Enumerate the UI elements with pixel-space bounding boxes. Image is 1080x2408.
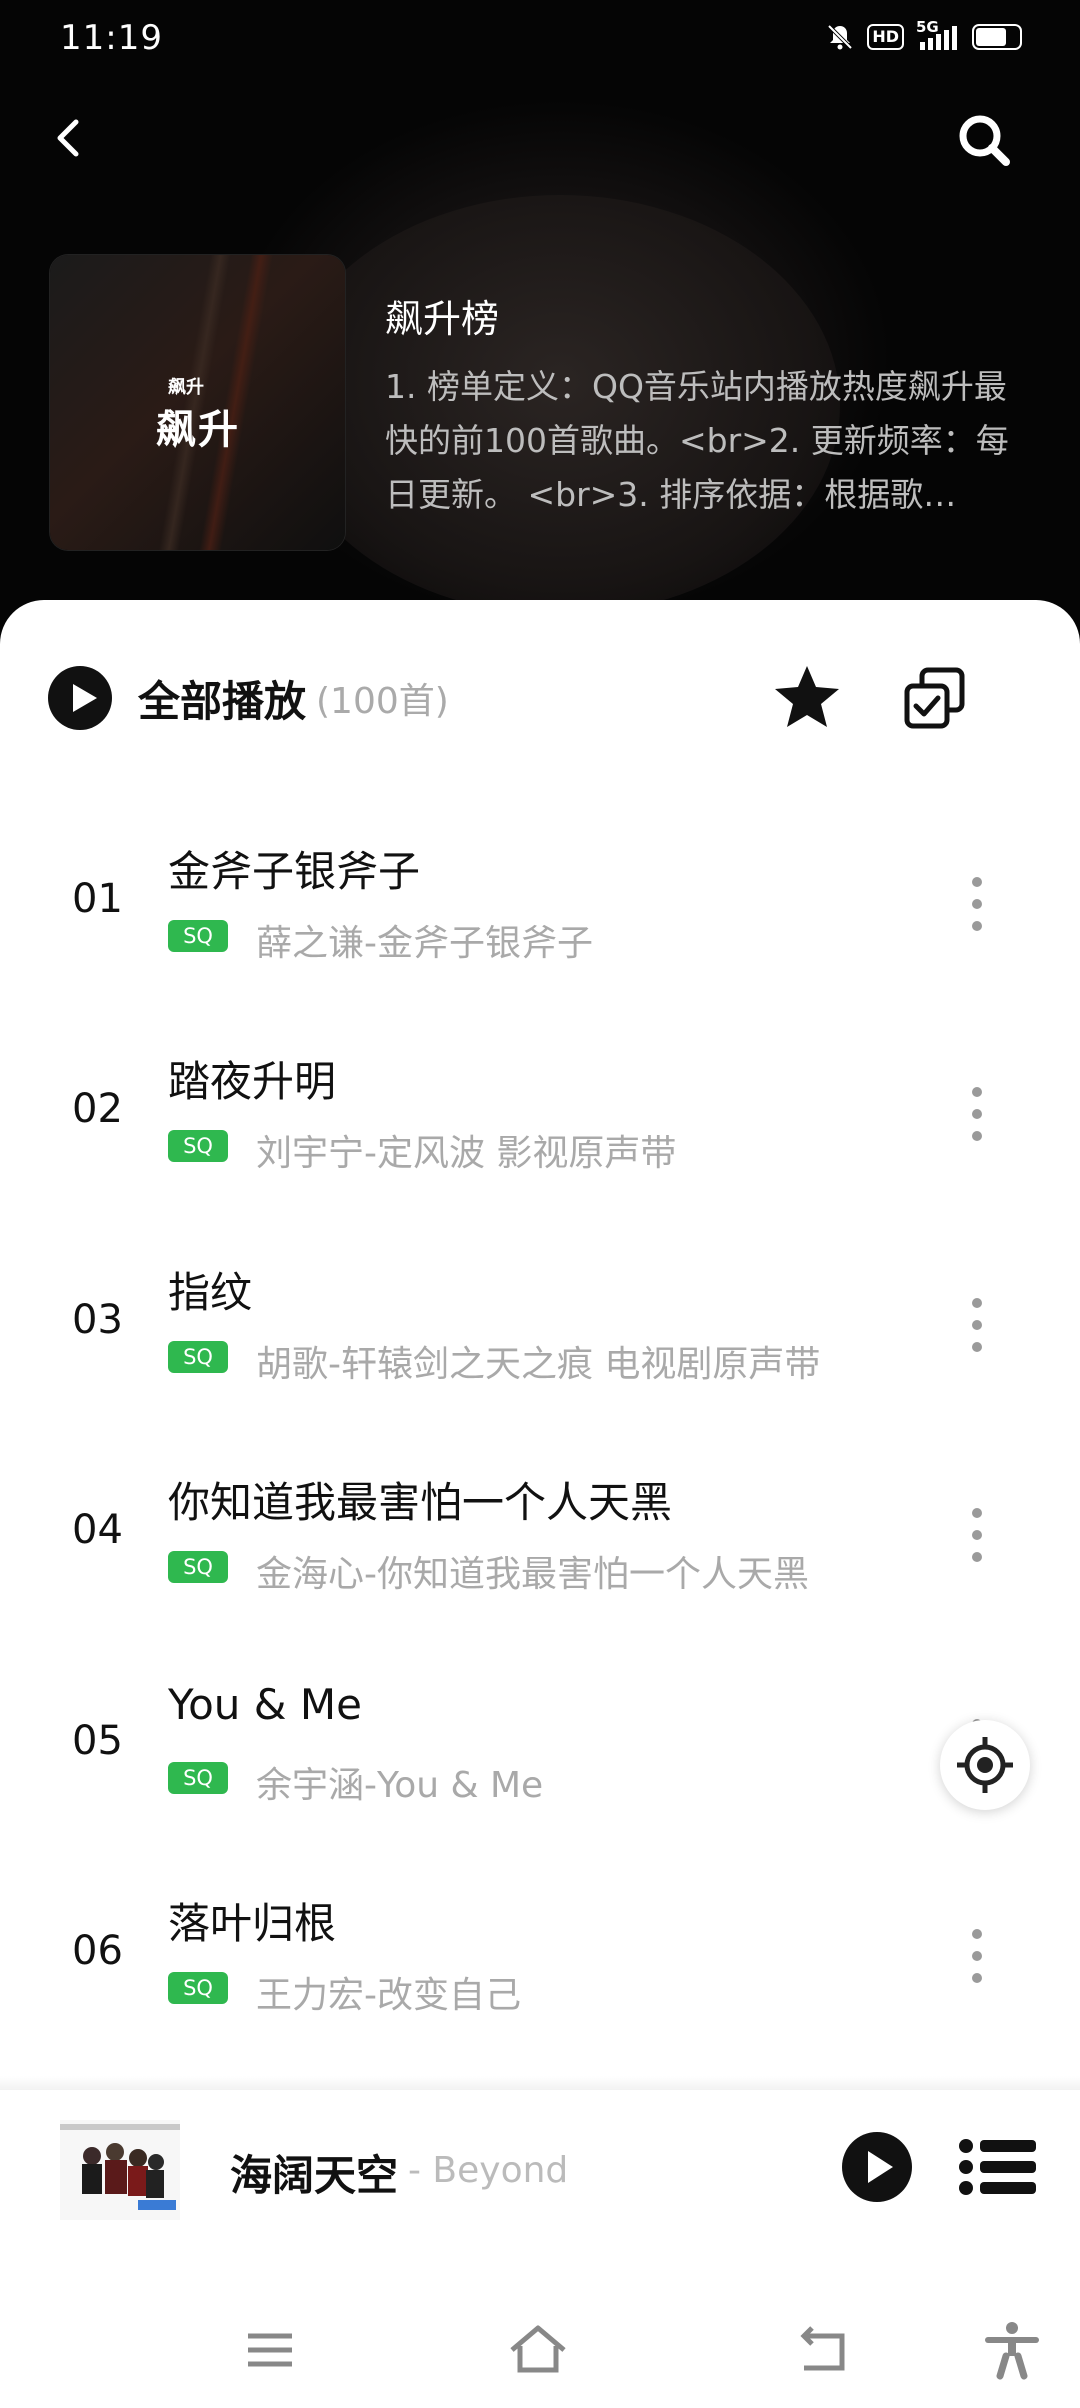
song-rank: 01: [72, 876, 123, 922]
now-playing-artist: - Beyond: [408, 2150, 569, 2191]
song-count: (100首): [316, 681, 449, 722]
battery-icon: [972, 24, 1022, 50]
locate-button[interactable]: [940, 1720, 1030, 1810]
album-art: [60, 2120, 180, 2220]
menu-icon[interactable]: [240, 2320, 300, 2380]
song-rank: 02: [72, 1086, 123, 1133]
sq-quality-badge: SQ: [168, 920, 228, 952]
locate-icon: [957, 1737, 1013, 1793]
now-playing-title: 海阔天空: [230, 2151, 399, 2200]
cover-small-text: 飙升: [168, 377, 204, 398]
chart-cover: 飙升 飙升: [50, 255, 345, 550]
status-icons: HD 5G: [825, 18, 1022, 52]
playlist-icon[interactable]: [958, 2136, 1038, 2198]
chevron-left-icon[interactable]: [40, 108, 100, 168]
song-artist-album: 余宇涵-You & Me: [256, 1764, 544, 1806]
hd-badge: HD: [867, 24, 904, 50]
song-row[interactable]: 02 踏夜升明 SQ 刘宇宁-定风波 影视原声带: [0, 1010, 1080, 1220]
song-row[interactable]: 06 落叶归根 SQ 王力宏-改变自己: [0, 1852, 1080, 2062]
song-row[interactable]: 01 金斧子银斧子 SQ 薛之谦-金斧子银斧子: [0, 800, 1080, 1010]
song-title: 落叶归根: [168, 1899, 337, 1949]
play-all-icon: [48, 666, 112, 730]
more-vertical-icon[interactable]: [960, 1922, 994, 1990]
song-row[interactable]: 03 指纹 SQ 胡歌-轩辕剑之天之痕 电视剧原声带: [0, 1221, 1080, 1431]
mute-bell-icon: [827, 24, 853, 50]
more-vertical-icon[interactable]: [960, 870, 994, 938]
status-time: 11:19: [60, 18, 163, 58]
song-rank: 06: [72, 1928, 123, 1975]
system-navigation-bar: [0, 2290, 1080, 2408]
song-row[interactable]: 05 You & Me SQ 余宇涵-You & Me: [0, 1642, 1080, 1852]
sq-quality-badge: SQ: [168, 1972, 228, 2005]
sq-quality-badge: SQ: [168, 1761, 228, 1794]
song-artist-album: 金海心-你知道我最害怕一个人天黑: [256, 1554, 809, 1596]
chart-title: 飙升榜: [385, 297, 500, 341]
chart-header: 11:19 HD 5G 飙升 飙升 飙升榜 1. 榜单定义：QQ音乐站内播放热度…: [0, 0, 1080, 660]
search-icon[interactable]: [950, 106, 1020, 176]
cover-title: 飙升: [156, 407, 240, 453]
song-artist-album: 薛之谦-金斧子银斧子: [256, 923, 593, 964]
song-title: 踏夜升明: [168, 1057, 337, 1107]
accessibility-icon[interactable]: [982, 2320, 1042, 2380]
song-title: 你知道我最害怕一个人天黑: [168, 1478, 673, 1528]
status-bar: 11:19 HD 5G: [60, 18, 1022, 62]
play-all-label: 全部播放: [138, 676, 307, 726]
sq-quality-badge: SQ: [168, 1340, 228, 1373]
song-artist-album: 刘宇宁-定风波 影视原声带: [256, 1133, 677, 1175]
song-row[interactable]: 04 你知道我最害怕一个人天黑 SQ 金海心-你知道我最害怕一个人天黑: [0, 1431, 1080, 1641]
more-vertical-icon[interactable]: [960, 1080, 994, 1148]
play-all-button[interactable]: 全部播放 (100首): [48, 666, 449, 730]
sq-quality-badge: SQ: [168, 1130, 228, 1163]
song-rank: 03: [72, 1296, 123, 1343]
song-rank: 05: [72, 1717, 123, 1764]
signal-icon: 5G: [916, 18, 960, 52]
song-title: 金斧子银斧子: [168, 847, 421, 896]
chart-description[interactable]: 1. 榜单定义：QQ音乐站内播放热度飙升最快的前100首歌曲。<br>2. 更新…: [385, 360, 1035, 522]
song-rank: 04: [72, 1507, 123, 1554]
more-vertical-icon[interactable]: [960, 1501, 994, 1569]
mini-player[interactable]: 海阔天空 - Beyond: [0, 2076, 1080, 2250]
star-icon[interactable]: [772, 662, 842, 732]
more-vertical-icon[interactable]: [960, 1291, 994, 1359]
sq-quality-badge: SQ: [168, 1551, 228, 1584]
song-title: 指纹: [168, 1267, 253, 1317]
back-icon[interactable]: [794, 2320, 854, 2380]
song-artist-album: 胡歌-轩辕剑之天之痕 电视剧原声带: [256, 1343, 821, 1385]
mini-play-button[interactable]: [842, 2132, 912, 2202]
song-title: You & Me: [168, 1679, 362, 1729]
song-artist-album: 王力宏-改变自己: [256, 1975, 521, 2017]
home-icon[interactable]: [508, 2320, 568, 2380]
multi-select-icon[interactable]: [902, 666, 968, 732]
